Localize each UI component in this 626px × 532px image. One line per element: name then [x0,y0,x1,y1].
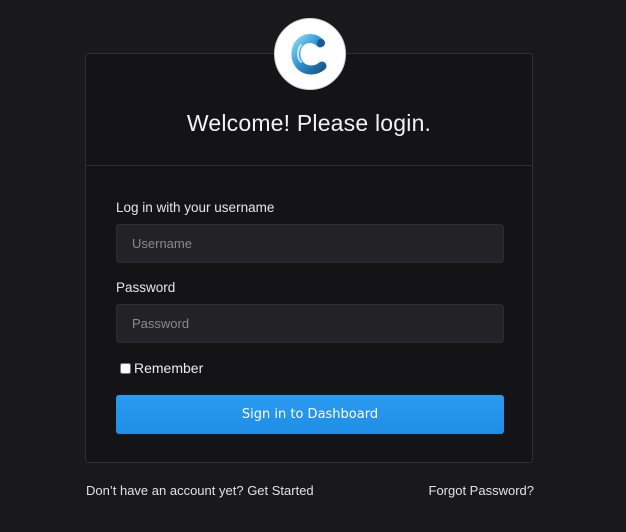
username-label: Log in with your username [116,200,275,215]
password-group: Password [116,280,504,343]
username-group: Log in with your username [116,200,504,263]
username-input[interactable] [116,224,504,263]
password-label: Password [116,280,176,295]
login-card: Welcome! Please login. Log in with your … [85,53,533,463]
c-logo-icon [291,34,327,75]
get-started-link[interactable]: Get Started [247,483,313,498]
remember-group: Remember [120,360,203,376]
remember-label[interactable]: Remember [134,360,203,376]
signup-prompt-row: Don’t have an account yet? Get Started [86,483,314,498]
remember-checkbox[interactable] [120,362,131,374]
sign-in-button[interactable]: Sign in to Dashboard [116,395,504,434]
brand-logo [274,18,346,90]
forgot-password-row: Forgot Password? [429,483,535,498]
page-title: Welcome! Please login. [186,110,432,136]
signup-prompt-text: Don’t have an account yet? [86,483,244,498]
forgot-password-link[interactable]: Forgot Password? [429,483,535,498]
password-input[interactable] [116,304,504,343]
login-page: Welcome! Please login. Log in with your … [0,0,626,532]
